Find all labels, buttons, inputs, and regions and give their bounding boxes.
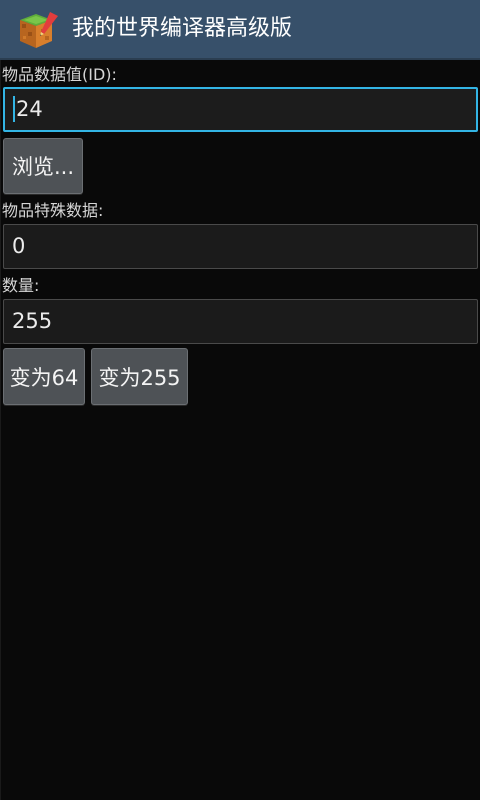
quantity-input[interactable]: 255 (3, 299, 478, 344)
title-bar: 我的世界编译器高级版 (0, 0, 480, 60)
minecraft-block-icon (14, 10, 60, 50)
special-data-input[interactable]: 0 (3, 224, 478, 269)
special-data-value: 0 (12, 234, 26, 258)
item-id-value: 24 (16, 97, 43, 121)
set-64-button[interactable]: 变为64 (3, 348, 85, 405)
special-data-label: 物品特殊数据: (2, 201, 104, 220)
browse-button[interactable]: 浏览... (3, 138, 83, 194)
item-id-label: 物品数据值(ID): (2, 65, 117, 84)
item-id-input[interactable]: 24 (3, 87, 478, 132)
quantity-label: 数量: (2, 276, 40, 295)
app-title: 我的世界编译器高级版 (72, 16, 293, 41)
left-divider (0, 60, 1, 800)
quantity-value: 255 (12, 309, 53, 333)
set-255-button[interactable]: 变为255 (91, 348, 188, 405)
text-caret (13, 95, 15, 122)
